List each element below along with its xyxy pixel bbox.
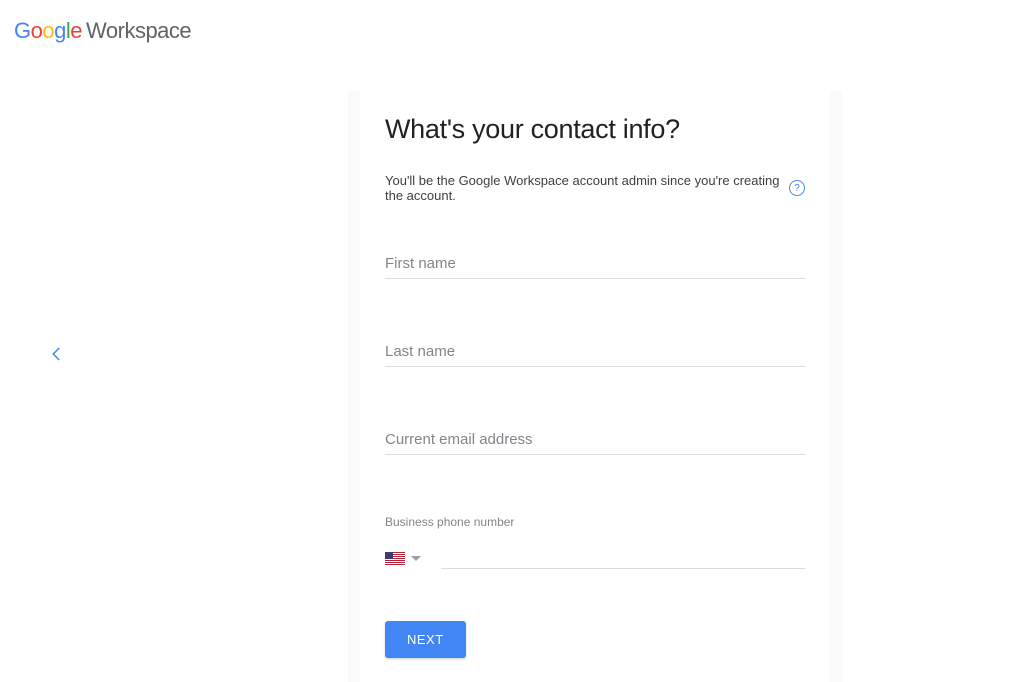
signup-form: What's your contact info? You'll be the … — [360, 90, 830, 682]
chevron-down-icon — [411, 556, 421, 561]
help-icon[interactable]: ? — [789, 180, 805, 196]
last-name-field — [385, 339, 805, 367]
next-button[interactable]: NEXT — [385, 621, 466, 658]
page-title: What's your contact info? — [385, 114, 805, 145]
admin-subtext: You'll be the Google Workspace account a… — [385, 173, 805, 203]
first-name-field — [385, 251, 805, 279]
phone-label: Business phone number — [385, 515, 805, 529]
phone-field: Business phone number — [385, 515, 805, 569]
phone-input[interactable] — [441, 541, 805, 569]
brand-logo: GoogleWorkspace — [14, 18, 191, 44]
back-chevron-icon[interactable] — [48, 345, 66, 363]
subtext-text: You'll be the Google Workspace account a… — [385, 173, 783, 203]
product-name: Workspace — [86, 18, 191, 43]
email-field — [385, 427, 805, 455]
email-input[interactable] — [385, 427, 805, 455]
first-name-input[interactable] — [385, 251, 805, 279]
flag-us-icon — [385, 552, 405, 565]
country-code-select[interactable] — [385, 552, 421, 569]
last-name-input[interactable] — [385, 339, 805, 367]
